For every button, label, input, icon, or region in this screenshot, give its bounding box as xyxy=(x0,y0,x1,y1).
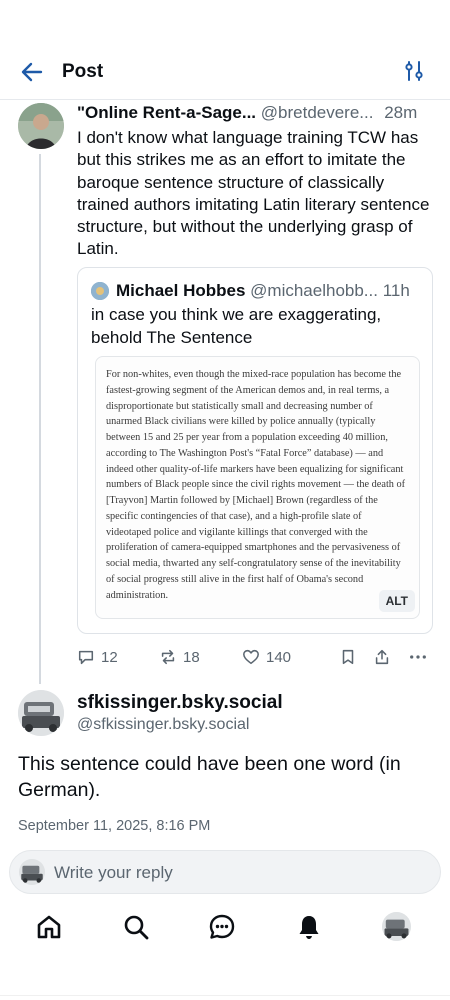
quote-author-avatar xyxy=(91,282,109,300)
post-text: I don't know what language training TCW … xyxy=(77,128,430,259)
reply-button[interactable]: 12 xyxy=(77,646,118,668)
bookmark-icon[interactable] xyxy=(339,646,357,668)
bottom-nav xyxy=(0,905,450,950)
reply-author-handle[interactable]: @sfkissinger.bsky.social xyxy=(77,716,249,734)
more-icon[interactable] xyxy=(409,646,427,668)
my-avatar xyxy=(19,859,45,885)
reply-icon xyxy=(78,650,94,665)
reply-author-name[interactable]: sfkissinger.bsky.social xyxy=(77,692,283,714)
avatar-photo xyxy=(18,690,64,736)
reply-timestamp: September 11, 2025, 8:16 PM xyxy=(18,818,211,834)
post-time: 28m xyxy=(384,103,418,122)
bottom-divider xyxy=(0,995,450,996)
repost-count: 18 xyxy=(183,648,200,666)
author-name[interactable]: "Online Rent-a-Sage... xyxy=(77,103,256,122)
repost-button[interactable]: 18 xyxy=(159,646,200,668)
quote-text: in case you think we are exaggerating, b… xyxy=(91,305,382,347)
author-handle[interactable]: @bretdevere... xyxy=(261,103,374,122)
reply-composer[interactable]: Write your reply xyxy=(9,850,441,894)
post-header: "Online Rent-a-Sage... @bretdevere... 28… xyxy=(77,103,437,123)
avatar-photo xyxy=(18,103,64,149)
quote-author-handle: @michaelhobb... xyxy=(250,281,378,300)
reply-author-avatar[interactable] xyxy=(18,690,64,736)
chat-icon[interactable] xyxy=(208,913,236,941)
share-icon[interactable] xyxy=(373,646,391,668)
like-button[interactable]: 140 xyxy=(242,646,291,668)
reply-count: 12 xyxy=(101,648,118,666)
sliders-icon[interactable] xyxy=(402,59,426,83)
arrow-left-icon[interactable] xyxy=(18,58,46,86)
quote-image-text: For non-whites, even though the mixed-ra… xyxy=(106,369,406,601)
quote-author-name: Michael Hobbes xyxy=(116,281,246,300)
quote-time: 11h xyxy=(382,281,410,300)
like-count: 140 xyxy=(266,648,292,666)
reply-placeholder[interactable]: Write your reply xyxy=(54,863,173,883)
profile-avatar[interactable] xyxy=(382,912,411,941)
author-avatar[interactable] xyxy=(18,103,64,149)
search-icon[interactable] xyxy=(122,913,150,941)
home-icon[interactable] xyxy=(35,913,63,941)
quote-header: Michael Hobbes @michaelhobb... 11h xyxy=(116,281,426,301)
repost-icon xyxy=(161,649,175,665)
post-actions: 12 18 140 xyxy=(77,646,433,668)
page-title: Post xyxy=(62,61,104,82)
heart-icon xyxy=(243,649,259,665)
alt-badge[interactable]: ALT xyxy=(378,590,415,612)
top-bar: Post xyxy=(0,44,450,100)
quote-card[interactable]: Michael Hobbes @michaelhobb... 11h in ca… xyxy=(77,267,433,634)
quote-image[interactable]: For non-whites, even though the mixed-ra… xyxy=(95,356,420,619)
reply-text: This sentence could have been one word (… xyxy=(18,753,401,801)
bell-icon[interactable] xyxy=(295,913,323,941)
thread-line xyxy=(39,154,41,684)
